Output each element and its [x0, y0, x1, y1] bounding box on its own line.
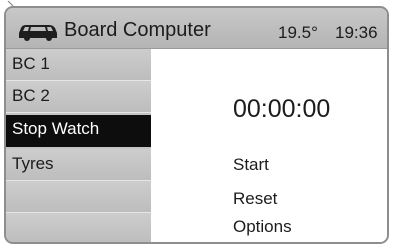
temperature-readout: 19.5°: [278, 23, 318, 42]
sidebar-item-label: BC 1: [12, 54, 50, 73]
clock-readout: 19:36: [335, 23, 378, 42]
page-title: Board Computer: [64, 19, 211, 41]
sidebar-item-empty: [6, 213, 151, 242]
display-frame: Board Computer 19.5° 19:36 BC 1 BC 2 Sto…: [4, 6, 389, 244]
options-button[interactable]: Options: [233, 217, 292, 237]
sidebar-menu: BC 1 BC 2 Stop Watch Tyres: [6, 49, 156, 242]
sidebar-item-bc1[interactable]: BC 1: [6, 49, 151, 81]
start-button[interactable]: Start: [233, 155, 269, 175]
reset-button[interactable]: Reset: [233, 189, 277, 209]
car-icon: [19, 25, 57, 41]
sidebar-item-empty: [6, 181, 151, 213]
sidebar-item-bc2[interactable]: BC 2: [6, 81, 151, 113]
sidebar-item-label: BC 2: [12, 86, 50, 105]
sidebar-item-tyres[interactable]: Tyres: [6, 149, 151, 181]
stopwatch-panel: 00:00:00 Start Reset Options: [151, 49, 387, 242]
header-bar: Board Computer 19.5° 19:36: [6, 8, 387, 49]
sidebar-item-stop-watch[interactable]: Stop Watch: [6, 115, 156, 147]
sidebar-item-label: Stop Watch: [12, 119, 100, 138]
sidebar-item-label: Tyres: [12, 154, 54, 173]
stopwatch-time: 00:00:00: [233, 95, 331, 123]
